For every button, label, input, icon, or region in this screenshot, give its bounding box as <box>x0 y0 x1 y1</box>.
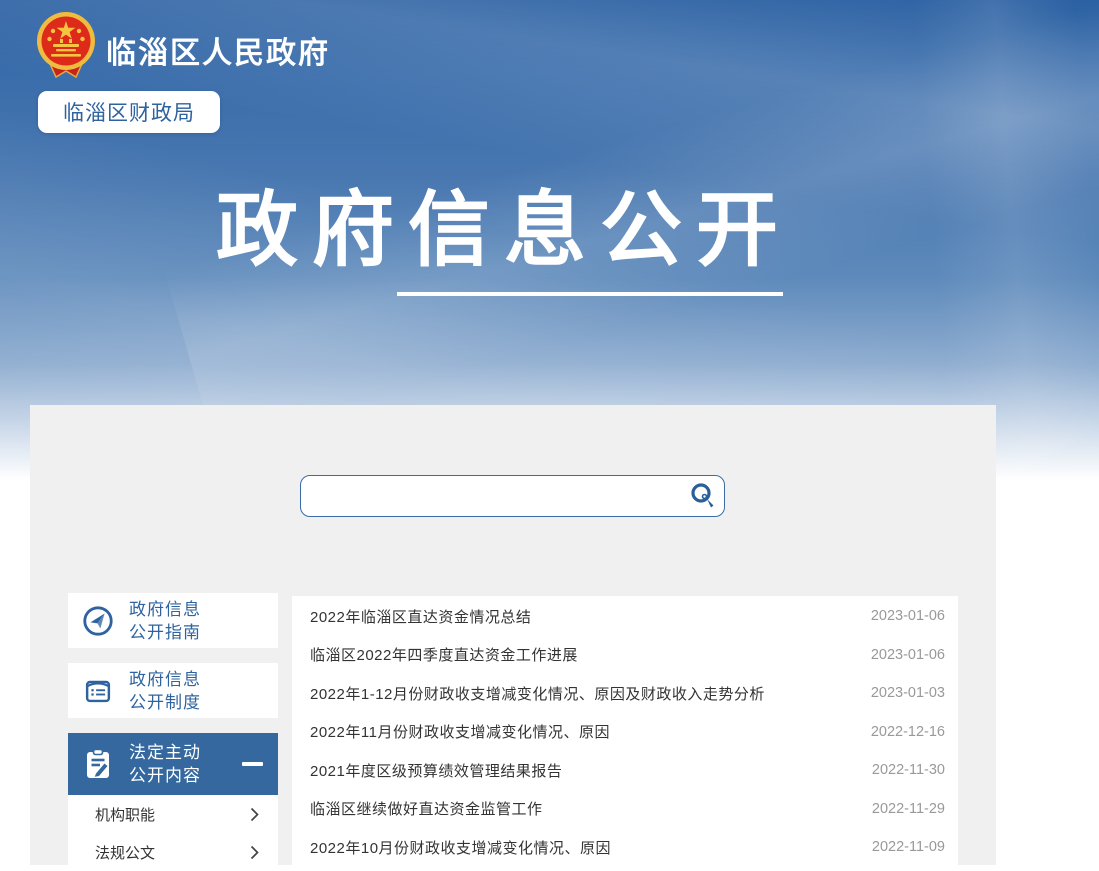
submenu-item-label: 机构职能 <box>95 804 155 825</box>
sidebar-submenu: 机构职能 法规公文 <box>68 795 278 871</box>
content-panel: 政府信息 公开指南 政府信息 公开制度 <box>30 405 996 865</box>
policy-document-icon <box>80 673 116 709</box>
title-underline <box>397 292 783 296</box>
sidebar-item-label: 法定主动 公开内容 <box>129 741 201 787</box>
submenu-item-label: 法规公文 <box>95 842 155 863</box>
article-date: 2023-01-06 <box>871 608 945 624</box>
article-list: 2022年临淄区直达资金情况总结2023-01-06临淄区2022年四季度直达资… <box>292 596 958 867</box>
chevron-right-icon <box>250 845 259 860</box>
article-title-link[interactable]: 2021年度区级预算绩效管理结果报告 <box>310 760 858 781</box>
article-title-link[interactable]: 2022年10月份财政收支增减变化情况、原因 <box>310 837 858 858</box>
article-date: 2022-12-16 <box>871 724 945 740</box>
sidebar-item-label: 政府信息 公开指南 <box>129 598 201 644</box>
article-row: 2022年临淄区直达资金情况总结 2023-01-06 <box>292 597 958 636</box>
sidebar-item-disclosure-system[interactable]: 政府信息 公开制度 <box>68 663 278 718</box>
article-date: 2023-01-03 <box>871 685 945 701</box>
sidebar-item-statutory-disclosure[interactable]: 法定主动 公开内容 <box>68 733 278 795</box>
article-row: 2022年1-12月份财政收支增减变化情况、原因及财政收入走势分析 2023-01… <box>292 674 958 713</box>
article-row: 2021年度区级预算绩效管理结果报告 2022-11-30 <box>292 751 958 790</box>
compass-icon <box>80 603 116 639</box>
clipboard-pencil-icon <box>80 746 116 782</box>
sidebar-item-label: 政府信息 公开制度 <box>129 668 201 714</box>
article-row: 临淄区2022年四季度直达资金工作进展 2023-01-06 <box>292 636 958 675</box>
article-date: 2022-11-09 <box>872 839 945 855</box>
sidebar-nav: 政府信息 公开指南 政府信息 公开制度 <box>68 593 278 871</box>
article-title-link[interactable]: 2022年临淄区直达资金情况总结 <box>310 606 857 627</box>
department-button[interactable]: 临淄区财政局 <box>38 91 220 133</box>
chevron-right-icon <box>250 807 259 822</box>
search-input[interactable] <box>301 476 682 516</box>
article-title-link[interactable]: 2022年11月份财政收支增减变化情况、原因 <box>310 721 857 742</box>
search-box <box>300 475 725 517</box>
article-row: 临淄区继续做好直达资金监管工作 2022-11-29 <box>292 790 958 829</box>
article-row: 2022年10月份财政收支增减变化情况、原因 2022-11-09 <box>292 828 958 867</box>
search-button[interactable] <box>682 476 724 516</box>
submenu-item-org-functions[interactable]: 机构职能 <box>68 795 278 833</box>
article-date: 2022-11-30 <box>872 762 945 778</box>
china-national-emblem-icon <box>34 11 98 83</box>
page-title: 政府信息公开 <box>216 190 792 272</box>
sidebar-item-disclosure-guide[interactable]: 政府信息 公开指南 <box>68 593 278 648</box>
article-title-link[interactable]: 临淄区2022年四季度直达资金工作进展 <box>310 644 857 665</box>
article-date: 2022-11-29 <box>872 801 945 817</box>
search-icon <box>688 481 718 511</box>
article-row: 2022年11月份财政收支增减变化情况、原因 2022-12-16 <box>292 713 958 752</box>
site-name-link[interactable]: 临淄区人民政府 <box>106 28 330 72</box>
collapse-dash-icon <box>242 762 263 766</box>
submenu-item-regulations[interactable]: 法规公文 <box>68 833 278 871</box>
gov-info-disclosure-page: { "colors": { "accent_blue": "#2e639f", … <box>0 0 1099 865</box>
article-title-link[interactable]: 2022年1-12月份财政收支增减变化情况、原因及财政收入走势分析 <box>310 683 857 704</box>
article-title-link[interactable]: 临淄区继续做好直达资金监管工作 <box>310 798 858 819</box>
article-date: 2023-01-06 <box>871 647 945 663</box>
